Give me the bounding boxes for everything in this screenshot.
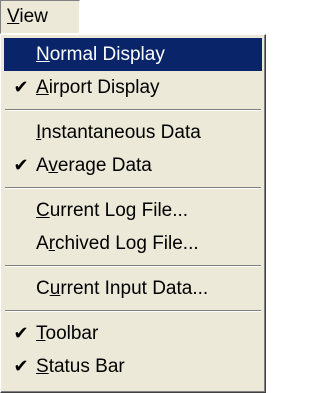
menu-separator	[4, 260, 262, 272]
checkmark-icon: ✔	[13, 323, 29, 344]
menu-separator	[4, 104, 262, 116]
menu-item-instantaneous-data[interactable]: Instantaneous Data	[4, 116, 262, 149]
checkmark-icon: ✔	[13, 356, 29, 377]
menu-bar: View	[0, 0, 266, 34]
menu-item-label: Current Log File...	[36, 200, 189, 221]
menu-item-current-log-file[interactable]: Current Log File...	[4, 194, 262, 227]
menu-separator	[4, 182, 262, 194]
menu-item-current-input-data[interactable]: Current Input Data...	[4, 272, 262, 305]
menu-item-normal-display[interactable]: Normal Display	[4, 38, 262, 71]
menu-separator	[4, 305, 262, 317]
menu-item-label: Current Input Data...	[36, 278, 209, 299]
menu-item-label: Average Data	[36, 155, 152, 176]
menu-view-title[interactable]: View	[0, 0, 80, 34]
menu-item-label: Status Bar	[36, 356, 125, 377]
menu-item-average-data[interactable]: ✔ Average Data	[4, 149, 262, 182]
menu-item-label: Archived Log File...	[36, 233, 199, 254]
menu-item-label: Normal Display	[36, 44, 165, 65]
menu-item-label: Airport Display	[36, 77, 160, 98]
menu-item-status-bar[interactable]: ✔ Status Bar	[4, 350, 262, 383]
menu-item-archived-log-file[interactable]: Archived Log File...	[4, 227, 262, 260]
menu-item-label: Toolbar	[36, 323, 99, 344]
menu-item-airport-display[interactable]: ✔ Airport Display	[4, 71, 262, 104]
menu-item-toolbar[interactable]: ✔ Toolbar	[4, 317, 262, 350]
checkmark-icon: ✔	[13, 155, 29, 176]
checkmark-icon: ✔	[13, 77, 29, 98]
view-dropdown-menu: Normal Display ✔ Airport Display Instantane…	[0, 34, 266, 393]
menu-item-label: Instantaneous Data	[36, 122, 201, 143]
